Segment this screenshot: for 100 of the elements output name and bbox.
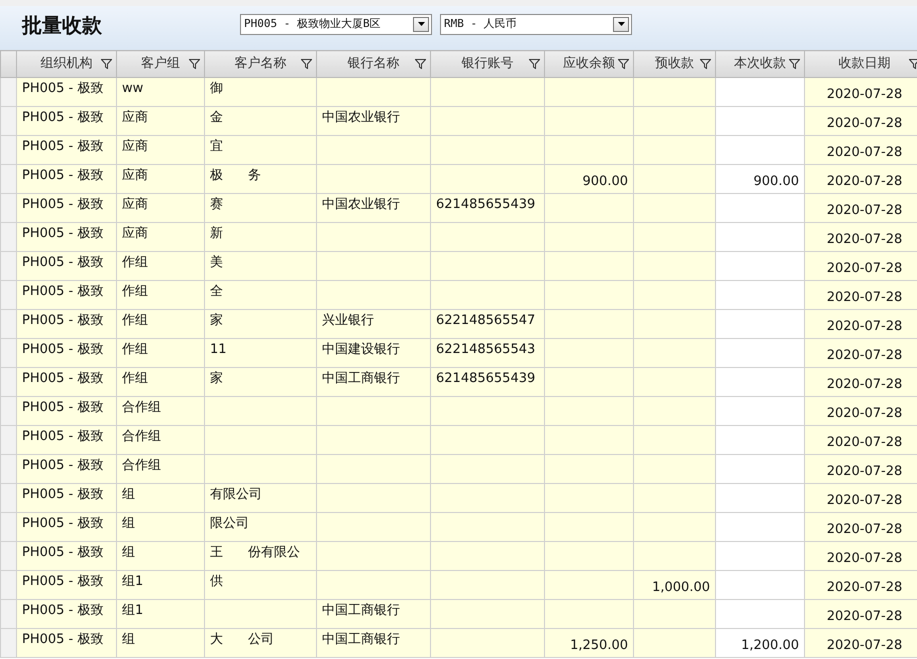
table-cell: 御 [210, 81, 223, 96]
table-cell: 应商 [122, 139, 148, 154]
dropdown-arrow-icon [618, 22, 624, 26]
table-cell: 极 务 [210, 168, 261, 183]
table-cell: PH005 - 极致 [22, 371, 104, 386]
table-cell: 2020-07-28 [826, 116, 902, 131]
table-cell: PH005 - 极致 [22, 458, 104, 473]
table-cell: 中国工商银行 [322, 632, 400, 647]
page-title: 批量收款 [22, 12, 103, 39]
table-cell: 限公司 [210, 516, 249, 531]
table-cell: 2020-07-28 [826, 203, 902, 218]
table-cell: 2020-07-28 [826, 551, 902, 566]
table-cell: PH005 - 极致 [22, 110, 104, 125]
table-cell: 组1 [122, 574, 144, 589]
table-cell: 2020-07-28 [826, 261, 902, 276]
filter-icon[interactable] [189, 59, 200, 69]
table-cell: PH005 - 极致 [22, 168, 104, 183]
table-cell: 622148565543 [436, 342, 536, 357]
table-cell: 组 [122, 516, 135, 531]
table-cell: 621485655439 [436, 197, 536, 212]
table-cell: PH005 - 极致 [22, 516, 104, 531]
table-cell: 2020-07-28 [826, 609, 902, 624]
filter-icon[interactable] [101, 59, 112, 69]
table-cell: 中国工商银行 [322, 371, 400, 386]
table-cell: 2020-07-28 [826, 406, 902, 421]
table-cell: PH005 - 极致 [22, 400, 104, 415]
table-cell: 兴业银行 [322, 313, 374, 328]
table-cell: 组1 [122, 603, 144, 618]
table-cell: 合作组 [122, 400, 161, 415]
table-cell: 11 [210, 342, 227, 357]
table-cell: 宜 [210, 139, 223, 154]
table-cell: 美 [210, 255, 223, 270]
table-cell: PH005 - 极致 [22, 632, 104, 647]
table-cell: PH005 - 极致 [22, 545, 104, 560]
table-cell: ww [122, 81, 144, 96]
filter-icon[interactable] [789, 59, 800, 69]
table-cell: 900.00 [754, 174, 799, 189]
table-cell: 应商 [122, 168, 148, 183]
table-cell: 合作组 [122, 458, 161, 473]
table-cell: 大 公司 [210, 632, 274, 647]
table-cell: 家 [210, 371, 223, 386]
table-cell: 赛 [210, 197, 223, 212]
table-cell: 全 [210, 284, 223, 299]
table-cell: PH005 - 极致 [22, 226, 104, 241]
table-cell: 2020-07-28 [826, 290, 902, 305]
table-cell: 作组 [122, 284, 148, 299]
table-cell: 2020-07-28 [826, 377, 902, 392]
table-cell: 2020-07-28 [826, 435, 902, 450]
filter-icon[interactable] [618, 59, 629, 69]
table-cell: 2020-07-28 [826, 174, 902, 189]
table-cell: 作组 [122, 313, 148, 328]
filter-icon[interactable] [415, 59, 426, 69]
table-cell: PH005 - 极致 [22, 342, 104, 357]
table-cell: 1,200.00 [741, 638, 799, 653]
table-cell: 2020-07-28 [826, 580, 902, 595]
table-cell: 应商 [122, 197, 148, 212]
dropdown-field[interactable]: RMB - 人民币 [440, 14, 632, 34]
table-cell: 组 [122, 545, 135, 560]
table-cell: PH005 - 极致 [22, 81, 104, 96]
table-cell: PH005 - 极致 [22, 429, 104, 444]
table-cell: 组 [122, 632, 135, 647]
table-cell: 1,000.00 [652, 580, 710, 595]
filter-icon[interactable] [529, 59, 540, 69]
filter-icon[interactable] [909, 59, 917, 69]
table-cell: 2020-07-28 [826, 232, 902, 247]
dropdown-field[interactable]: PH005 - 极致物业大厦B区 [240, 14, 432, 34]
table-cell: 2020-07-28 [826, 493, 902, 508]
table-cell: PH005 - 极致 [22, 284, 104, 299]
filter-icon[interactable] [301, 59, 312, 69]
table-cell: 2020-07-28 [826, 522, 902, 537]
table-cell: 2020-07-28 [826, 464, 902, 479]
table-cell: 中国农业银行 [322, 110, 400, 125]
table-cell: 中国建设银行 [322, 342, 400, 357]
table-cell: PH005 - 极致 [22, 255, 104, 270]
table-cell: 有限公司 [210, 487, 262, 502]
table-cell: 作组 [122, 255, 148, 270]
table-cell: 900.00 [582, 174, 628, 189]
table-cell: 中国工商银行 [322, 603, 400, 618]
table-cell: 中国农业银行 [322, 197, 400, 212]
table-cell: 2020-07-28 [826, 319, 902, 334]
table-cell: 作组 [122, 342, 148, 357]
table-cell: 家 [210, 313, 223, 328]
table-cell: 1,250.00 [570, 638, 628, 653]
table-cell: 组 [122, 487, 135, 502]
table-cell: 2020-07-28 [826, 87, 902, 102]
table-cell: PH005 - 极致 [22, 197, 104, 212]
table-cell: PH005 - 极致 [22, 603, 104, 618]
table-cell: PH005 - 极致 [22, 487, 104, 502]
table-cell: 2020-07-28 [826, 145, 902, 160]
table-cell: 王 份有限公 [210, 545, 300, 560]
filter-icon[interactable] [700, 59, 711, 69]
table-cell: 供 [210, 574, 223, 589]
table-cell: PH005 - 极致 [22, 574, 104, 589]
table-cell: PH005 - 极致 [22, 313, 104, 328]
table-cell: PH005 - 极致 [22, 139, 104, 154]
table-cell: 作组 [122, 371, 148, 386]
table-cell: 2020-07-28 [826, 348, 902, 363]
table-cell: 621485655439 [436, 371, 536, 386]
table-cell: 金 [210, 110, 223, 125]
table-cell: 应商 [122, 110, 148, 125]
